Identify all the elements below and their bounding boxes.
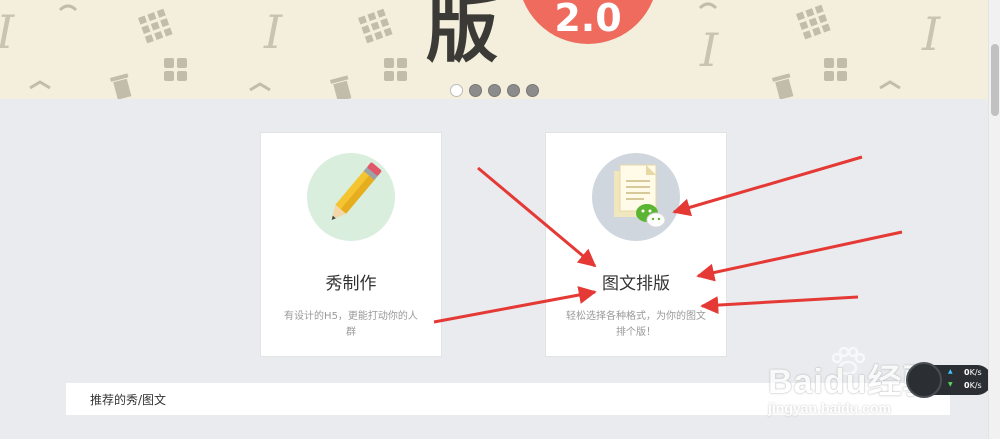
create-show-card[interactable]: 秀制作 有设计的H5，更能打动你的人群 bbox=[260, 132, 442, 357]
speed-panel: ▲ 0K/s ▼ 0K/s bbox=[934, 365, 992, 395]
carousel-dot-5[interactable] bbox=[526, 84, 539, 97]
svg-text:I: I bbox=[0, 5, 15, 59]
banner-carousel[interactable]: I I I I bbox=[0, 0, 988, 99]
card-title: 秀制作 bbox=[325, 274, 377, 294]
document-wechat-icon bbox=[592, 153, 680, 241]
download-speed: ▼ 0K/s bbox=[946, 381, 982, 390]
speed-gauge-icon bbox=[906, 362, 942, 398]
scrollbar-thumb[interactable] bbox=[991, 44, 999, 116]
card-description: 轻松选择各种格式，为你的图文排个版！ bbox=[566, 311, 706, 338]
download-unit: K/s bbox=[969, 381, 982, 390]
carousel-indicators bbox=[450, 84, 539, 97]
page-scrollbar[interactable] bbox=[988, 0, 1000, 439]
version-badge: 2.0 bbox=[518, 0, 658, 44]
recommended-label: 推荐的秀/图文 bbox=[90, 393, 167, 407]
version-badge-text: 2.0 bbox=[554, 0, 622, 40]
carousel-dot-1[interactable] bbox=[450, 84, 463, 97]
carousel-dot-2[interactable] bbox=[469, 84, 482, 97]
card-title: 图文排版 bbox=[602, 274, 670, 294]
banner-title: 版 bbox=[426, 0, 499, 72]
pencil-icon bbox=[307, 153, 395, 241]
carousel-dot-3[interactable] bbox=[488, 84, 501, 97]
svg-text:I: I bbox=[921, 7, 941, 61]
arrow-4 bbox=[696, 230, 903, 282]
svg-text:I: I bbox=[699, 23, 719, 77]
card-description: 有设计的H5，更能打动你的人群 bbox=[284, 311, 418, 338]
download-arrow-icon: ▼ bbox=[948, 381, 953, 388]
upload-unit: K/s bbox=[969, 368, 982, 377]
upload-speed: ▲ 0K/s bbox=[946, 368, 982, 377]
article-layout-card[interactable]: 图文排版 轻松选择各种格式，为你的图文排个版！ bbox=[545, 132, 727, 357]
network-speed-widget[interactable]: ▲ 0K/s ▼ 0K/s bbox=[906, 362, 992, 398]
watermark-url: jingyan.baidu.com bbox=[768, 400, 891, 416]
carousel-dot-4[interactable] bbox=[507, 84, 520, 97]
upload-arrow-icon: ▲ bbox=[948, 368, 953, 375]
svg-text:I: I bbox=[263, 5, 283, 59]
